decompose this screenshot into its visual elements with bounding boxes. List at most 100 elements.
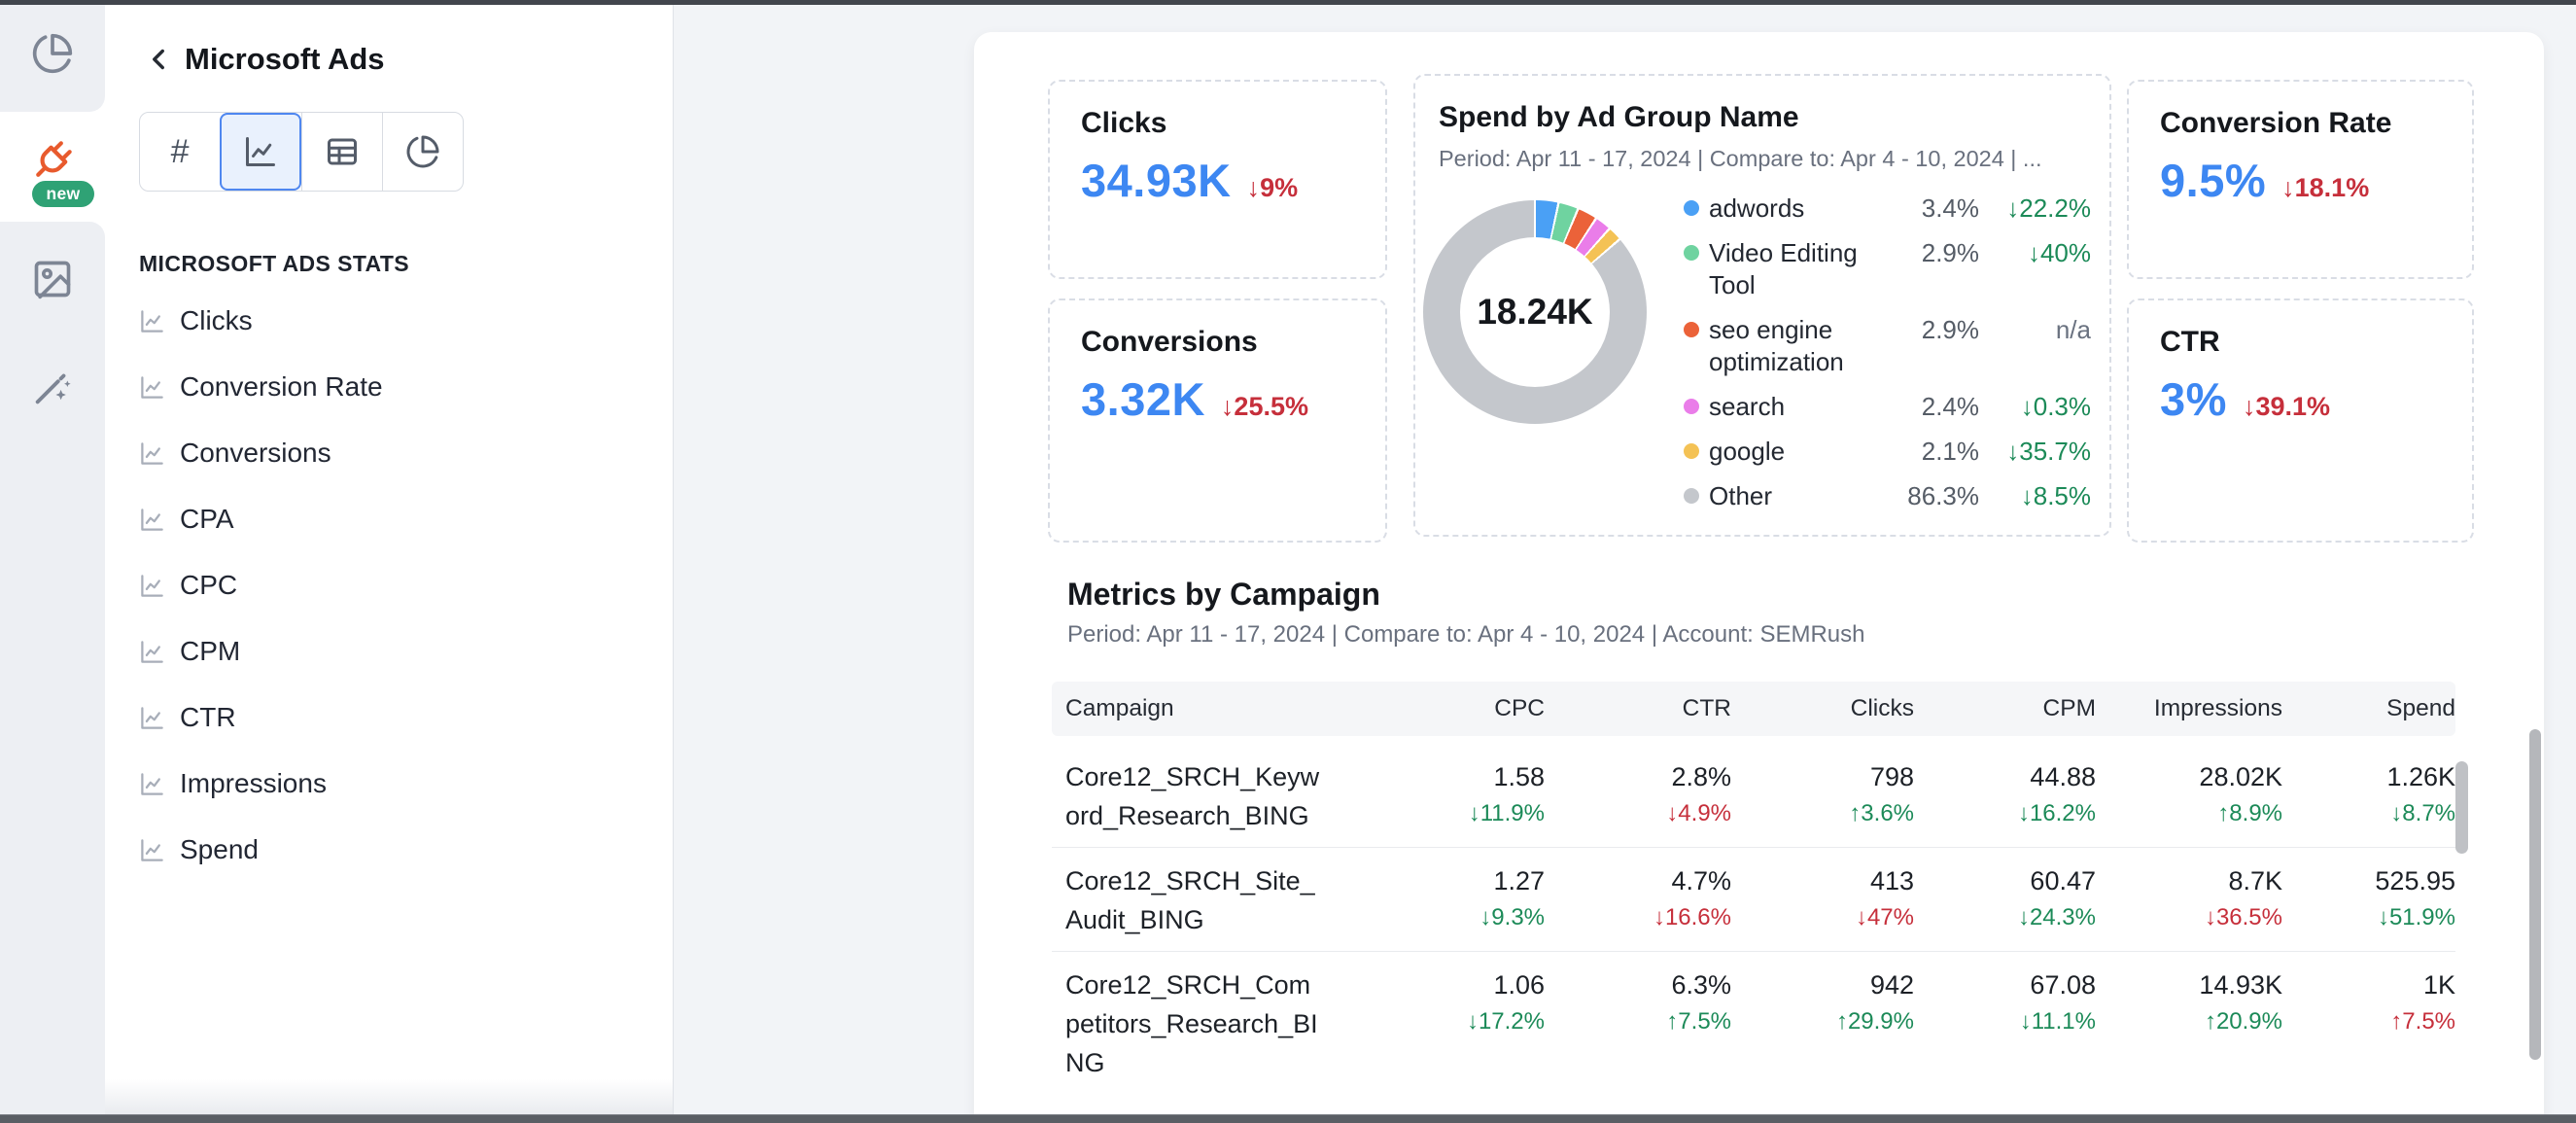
kpi-value: 3% xyxy=(2160,372,2227,426)
stat-list-item[interactable]: Clicks xyxy=(105,288,673,354)
table-title: Metrics by Campaign xyxy=(1067,577,1380,613)
metric-value: 525.95 xyxy=(2282,861,2455,900)
back-button[interactable] xyxy=(140,41,177,78)
legend-change: ↓35.7% xyxy=(1979,436,2091,468)
metric-value: 1.06 xyxy=(1365,965,1545,1004)
legend-label: Other xyxy=(1709,480,1860,512)
stat-list-item[interactable]: CPM xyxy=(105,618,673,684)
line-chart-icon xyxy=(139,374,165,401)
kpi-title: Conversion Rate xyxy=(2160,107,2472,140)
metric-cell: 60.47 ↓24.3% xyxy=(1914,861,2096,939)
page-title: Microsoft Ads xyxy=(185,42,385,77)
legend-row[interactable]: seo engine optimization 2.9% n/a xyxy=(1684,314,2091,378)
table-row: Core12_SRCH_Keyword_Research_BING 1.58 ↓… xyxy=(1052,744,2455,847)
stat-label: CPM xyxy=(180,636,240,667)
panel-divider xyxy=(673,0,674,1122)
table-row: Core12_SRCH_Competitors_Research_BING 1.… xyxy=(1052,951,2455,1094)
stat-list-item[interactable]: CPC xyxy=(105,552,673,618)
metric-cell: 1.26K ↓8.7% xyxy=(2282,757,2455,835)
rail-item-reports[interactable] xyxy=(0,26,105,81)
donut-chart[interactable]: 18.24K xyxy=(1423,200,1647,424)
view-switcher: # xyxy=(139,112,464,192)
stat-list-item[interactable]: CPA xyxy=(105,486,673,552)
metric-value: 14.93K xyxy=(2096,965,2282,1004)
metric-value: 1K xyxy=(2282,965,2455,1004)
column-header-ctr: CTR xyxy=(1545,695,1731,722)
campaign-name-cell: Core12_SRCH_Site_Audit_BING xyxy=(1052,861,1324,939)
view-table-button[interactable] xyxy=(301,113,382,191)
view-pie-chart-button[interactable] xyxy=(382,113,463,191)
rail-item-media[interactable] xyxy=(0,252,105,306)
metric-change: ↓11.1% xyxy=(1914,1004,2096,1039)
metric-cell: 942 ↑29.9% xyxy=(1731,965,1914,1082)
metric-change: ↓8.7% xyxy=(2282,796,2455,831)
stat-list-item[interactable]: CTR xyxy=(105,684,673,751)
metrics-table: Campaign CPC CTR Clicks CPM Impressions … xyxy=(1052,682,2455,1094)
stat-label: Impressions xyxy=(180,768,327,799)
legend-dot xyxy=(1684,322,1699,337)
line-chart-icon xyxy=(243,134,278,169)
view-number-button[interactable]: # xyxy=(140,113,220,191)
metric-value: 6.3% xyxy=(1545,965,1731,1004)
kpi-change: ↓25.5% xyxy=(1221,392,1308,422)
metric-change: ↓51.9% xyxy=(2282,900,2455,935)
legend-row[interactable]: adwords 3.4% ↓22.2% xyxy=(1684,193,2091,225)
metric-value: 8.7K xyxy=(2096,861,2282,900)
legend-row[interactable]: Video Editing Tool 2.9% ↓40% xyxy=(1684,237,2091,301)
legend-change: ↓40% xyxy=(1979,237,2091,269)
legend-label: Video Editing Tool xyxy=(1709,237,1860,301)
connector-panel: Microsoft Ads # MICROSOFT AD xyxy=(105,0,673,1122)
metric-cell: 4.7% ↓16.6% xyxy=(1545,861,1731,939)
legend-percent: 2.9% xyxy=(1860,314,1979,346)
metric-change: ↓36.5% xyxy=(2096,900,2282,935)
table-scrollbar[interactable] xyxy=(2455,761,2468,854)
donut-center-total: 18.24K xyxy=(1477,292,1592,333)
metric-change: ↓11.9% xyxy=(1365,796,1545,831)
metric-value: 44.88 xyxy=(1914,757,2096,796)
table-subtitle: Period: Apr 11 - 17, 2024 | Compare to: … xyxy=(1067,621,1865,649)
legend-row[interactable]: search 2.4% ↓0.3% xyxy=(1684,391,2091,423)
view-line-chart-button[interactable] xyxy=(220,113,300,191)
table-header-row: Campaign CPC CTR Clicks CPM Impressions … xyxy=(1052,682,2455,736)
legend-percent: 2.1% xyxy=(1860,436,1979,468)
metric-value: 798 xyxy=(1731,757,1914,796)
legend-row[interactable]: google 2.1% ↓35.7% xyxy=(1684,436,2091,468)
chevron-left-icon xyxy=(142,43,175,76)
page-scrollbar[interactable] xyxy=(2529,729,2541,1060)
campaign-name-cell: Core12_SRCH_Competitors_Research_BING xyxy=(1052,965,1324,1082)
metric-change: ↑29.9% xyxy=(1731,1004,1914,1039)
rail-item-connectors[interactable] xyxy=(0,133,105,188)
campaign-name-cell: Core12_SRCH_Keyword_Research_BING xyxy=(1052,757,1324,835)
legend-row[interactable]: Other 86.3% ↓8.5% xyxy=(1684,480,2091,512)
metric-cell: 6.3% ↑7.5% xyxy=(1545,965,1731,1082)
legend-label: adwords xyxy=(1709,193,1860,225)
legend-change: ↓8.5% xyxy=(1979,480,2091,512)
stat-list-item[interactable]: Impressions xyxy=(105,751,673,817)
line-chart-icon xyxy=(139,440,165,467)
stat-label: CTR xyxy=(180,702,236,733)
kpi-card-conversion-rate: Conversion Rate 9.5% ↓18.1% xyxy=(2127,80,2474,279)
kpi-change: ↓9% xyxy=(1247,173,1299,203)
kpi-value: 3.32K xyxy=(1081,372,1205,426)
metric-change: ↑3.6% xyxy=(1731,796,1914,831)
metric-value: 1.26K xyxy=(2282,757,2455,796)
icon-rail: new xyxy=(0,0,105,1122)
line-chart-icon xyxy=(139,507,165,533)
stat-list-item[interactable]: Spend xyxy=(105,817,673,883)
line-chart-icon xyxy=(139,705,165,731)
legend-dot xyxy=(1684,399,1699,414)
stat-label: CPC xyxy=(180,570,237,601)
metric-value: 28.02K xyxy=(2096,757,2282,796)
column-header-impressions: Impressions xyxy=(2096,695,2282,722)
line-chart-icon xyxy=(139,308,165,334)
panel-header: Microsoft Ads xyxy=(105,37,673,82)
stat-label: Conversion Rate xyxy=(180,371,383,403)
stat-list-item[interactable]: Conversion Rate xyxy=(105,354,673,420)
rail-item-magic-tools[interactable] xyxy=(0,360,105,414)
metric-value: 942 xyxy=(1731,965,1914,1004)
column-header-cpc: CPC xyxy=(1365,695,1545,722)
legend-percent: 2.4% xyxy=(1860,391,1979,423)
kpi-title: Conversions xyxy=(1081,326,1385,359)
metric-change: ↓16.2% xyxy=(1914,796,2096,831)
stat-list-item[interactable]: Conversions xyxy=(105,420,673,486)
